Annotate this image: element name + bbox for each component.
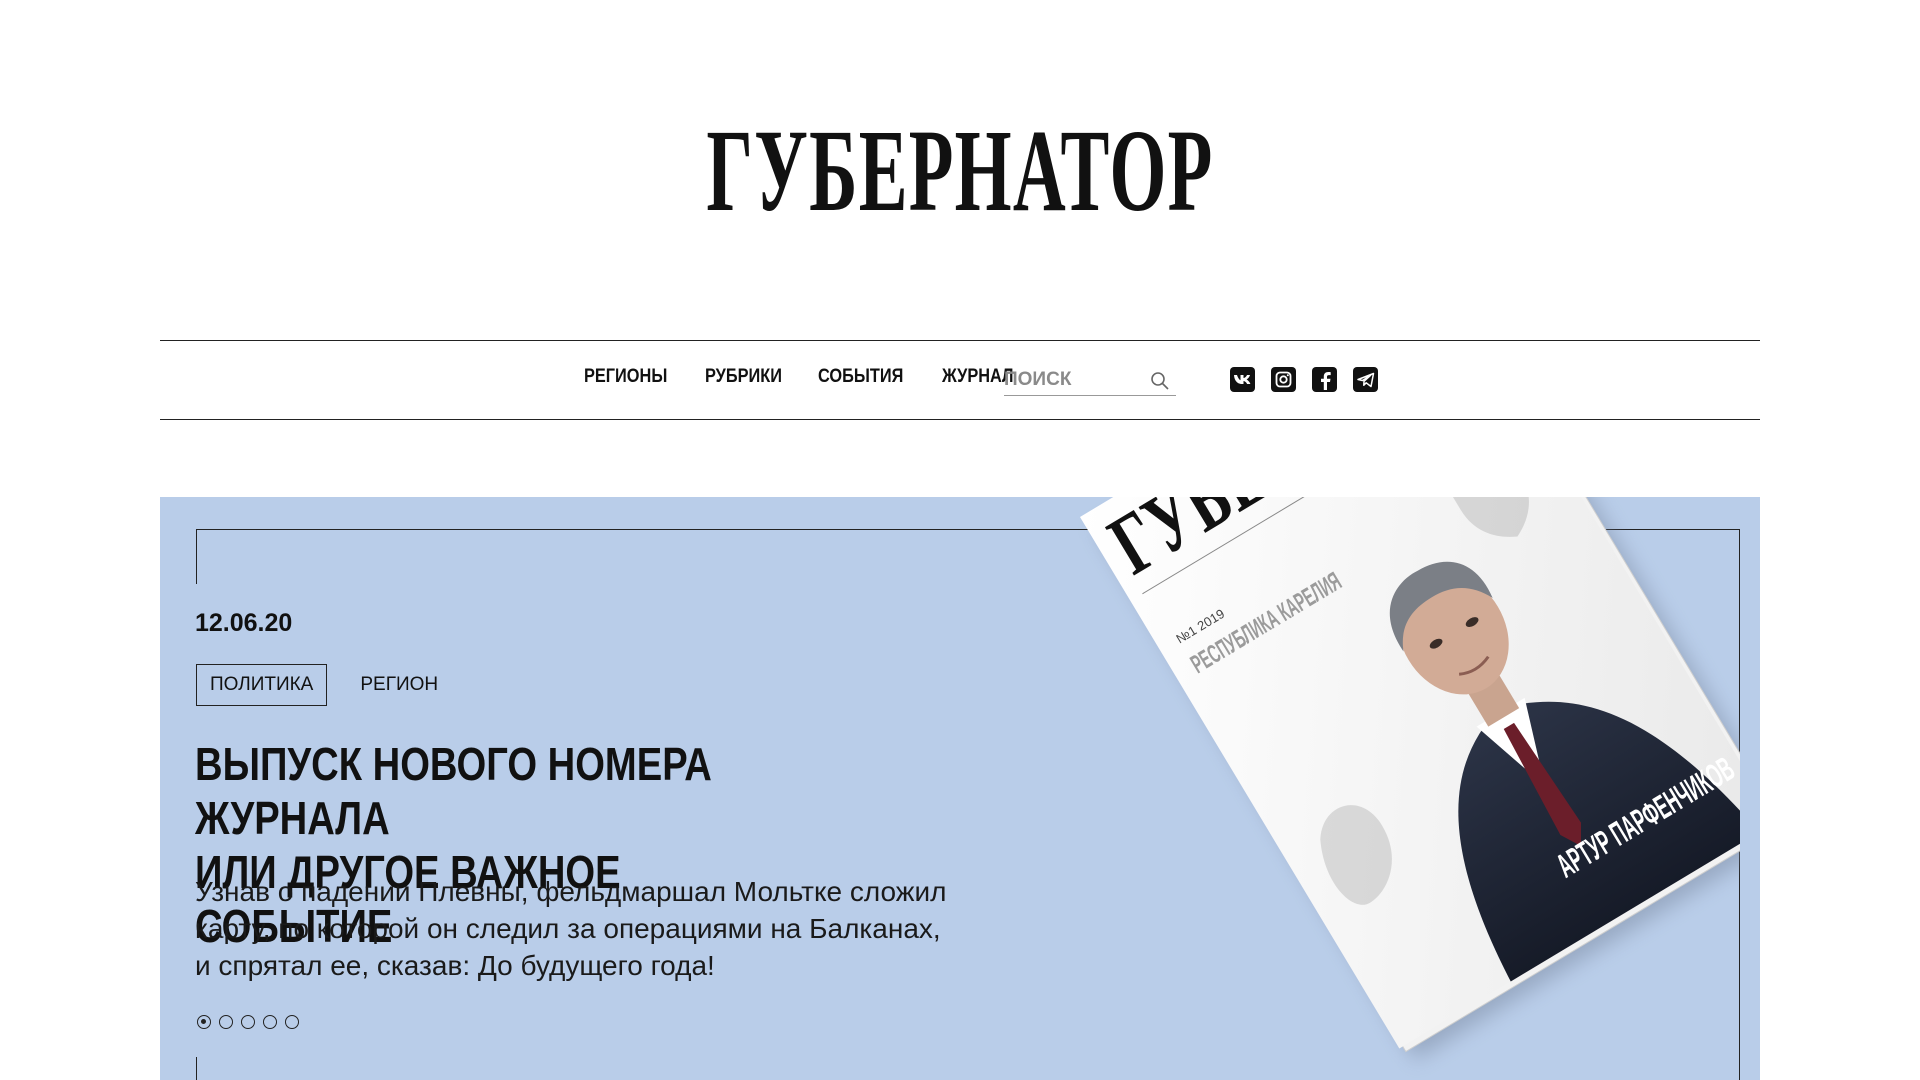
search-icon[interactable] (1150, 371, 1170, 396)
search-box (1004, 366, 1176, 396)
vk-icon[interactable] (1230, 367, 1255, 392)
tag-region[interactable]: РЕГИОН (359, 664, 452, 706)
hero-tags: ПОЛИТИКА РЕГИОН (196, 664, 452, 706)
tag-politics[interactable]: ПОЛИТИКА (196, 664, 328, 706)
slider-dots (197, 1015, 299, 1029)
nav-item-events[interactable]: СОБЫТИЯ (818, 366, 903, 388)
nav-item-rubrics[interactable]: РУБРИКИ (705, 366, 782, 388)
facebook-icon[interactable] (1312, 367, 1337, 392)
hero-date: 12.06.20 (195, 609, 293, 637)
slider-dot-1[interactable] (197, 1015, 211, 1029)
slider-dot-2[interactable] (219, 1015, 233, 1029)
telegram-icon[interactable] (1353, 367, 1378, 392)
slider-dot-4[interactable] (263, 1015, 277, 1029)
frame-tick-bottom (196, 1057, 197, 1080)
hero-slider: 12.06.20 ПОЛИТИКА РЕГИОН ВЫПУСК НОВОГО Н… (160, 497, 1760, 1080)
nav-divider-top (160, 340, 1760, 341)
site-logo[interactable]: ГУБЕРНАТОР (365, 112, 1555, 230)
hero-description: Узнав о падении Плевны, фельдмаршал Моль… (195, 876, 947, 981)
search-input[interactable] (1004, 366, 1144, 394)
nav-divider-bottom (160, 419, 1760, 420)
main-nav: РЕГИОНЫ РУБРИКИ СОБЫТИЯ ЖУРНАЛ (584, 366, 1025, 388)
nav-item-magazine[interactable]: ЖУРНАЛ (942, 366, 1014, 388)
instagram-icon[interactable] (1271, 367, 1296, 392)
slider-dot-5[interactable] (285, 1015, 299, 1029)
nav-item-regions[interactable]: РЕГИОНЫ (584, 366, 667, 388)
slider-dot-3[interactable] (241, 1015, 255, 1029)
frame-tick-top (196, 529, 197, 584)
magazine-cover-image[interactable]: ГУБЕРНАТОР №1 2019 РЕСПУБЛИКА КАРЕЛИЯ (920, 497, 1760, 1080)
social-links (1230, 367, 1378, 392)
